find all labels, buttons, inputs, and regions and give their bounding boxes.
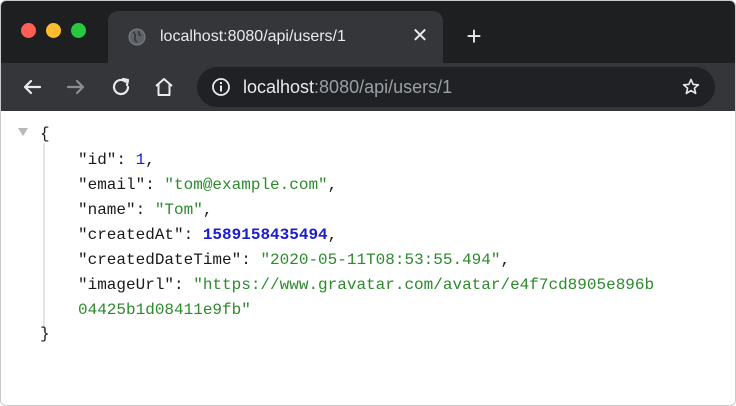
json-key: "createdAt" bbox=[78, 226, 184, 244]
json-string-value: "2020-05-11T08:53:55.494" bbox=[260, 251, 501, 269]
indent-guide bbox=[43, 143, 45, 331]
globe-icon bbox=[128, 28, 146, 46]
info-icon[interactable] bbox=[211, 77, 231, 97]
browser-window: localhost:8080/api/users/1 ✕ + localhost… bbox=[0, 0, 736, 406]
window-close-button[interactable] bbox=[21, 23, 36, 38]
address-url: localhost:8080/api/users/1 bbox=[243, 77, 452, 98]
json-key: "id" bbox=[78, 151, 117, 169]
json-string-value: 04425b1d08411e9fb" bbox=[78, 301, 251, 319]
json-open-brace: { bbox=[40, 125, 50, 143]
json-key: "imageUrl" bbox=[78, 276, 175, 294]
collapse-triangle-icon[interactable] bbox=[18, 127, 28, 137]
json-field-imageurl-wrap: 04425b1d08411e9fb" bbox=[78, 300, 251, 320]
tab-close-icon[interactable]: ✕ bbox=[408, 24, 432, 48]
arrow-right-icon[interactable] bbox=[64, 75, 88, 99]
new-tab-button[interactable]: + bbox=[461, 23, 487, 50]
json-viewer: { "id": 1, "email": "tom@example.com", "… bbox=[1, 111, 735, 405]
json-field-name: "name": "Tom", bbox=[78, 201, 213, 219]
window-maximize-button[interactable] bbox=[71, 23, 86, 38]
tab-active[interactable]: localhost:8080/api/users/1 ✕ bbox=[108, 11, 443, 63]
json-field-imageurl: "imageUrl": "https://www.gravatar.com/av… bbox=[78, 276, 655, 294]
json-field-id: "id": 1, bbox=[78, 151, 155, 169]
json-string-value: "Tom" bbox=[154, 201, 203, 219]
reload-icon[interactable] bbox=[109, 75, 133, 99]
browser-toolbar: localhost:8080/api/users/1 bbox=[1, 63, 735, 111]
json-field-email: "email": "tom@example.com", bbox=[78, 176, 338, 194]
json-string-value: "https://www.gravatar.com/avatar/e4f7cd8… bbox=[193, 276, 655, 294]
arrow-left-icon[interactable] bbox=[20, 75, 44, 99]
address-bar[interactable]: localhost:8080/api/users/1 bbox=[197, 67, 715, 107]
json-number-value: 1 bbox=[135, 151, 146, 169]
star-icon[interactable] bbox=[681, 77, 701, 97]
json-key: "name" bbox=[78, 201, 136, 219]
json-close-brace: } bbox=[40, 325, 50, 343]
json-string-value: "tom@example.com" bbox=[164, 176, 328, 194]
json-key: "createdDateTime" bbox=[78, 251, 242, 269]
tab-strip: localhost:8080/api/users/1 ✕ + bbox=[1, 1, 735, 63]
address-path: :8080/api/users/1 bbox=[314, 77, 453, 97]
address-host: localhost bbox=[243, 77, 315, 97]
home-icon[interactable] bbox=[152, 75, 176, 99]
json-number-value: 1589158435494 bbox=[202, 226, 328, 244]
tab-title: localhost:8080/api/users/1 bbox=[160, 28, 346, 45]
json-field-createddatetime: "createdDateTime": "2020-05-11T08:53:55.… bbox=[78, 251, 511, 269]
json-field-createdat: "createdAt": 1589158435494, bbox=[78, 226, 338, 244]
window-minimize-button[interactable] bbox=[46, 23, 61, 38]
json-key: "email" bbox=[78, 176, 146, 194]
